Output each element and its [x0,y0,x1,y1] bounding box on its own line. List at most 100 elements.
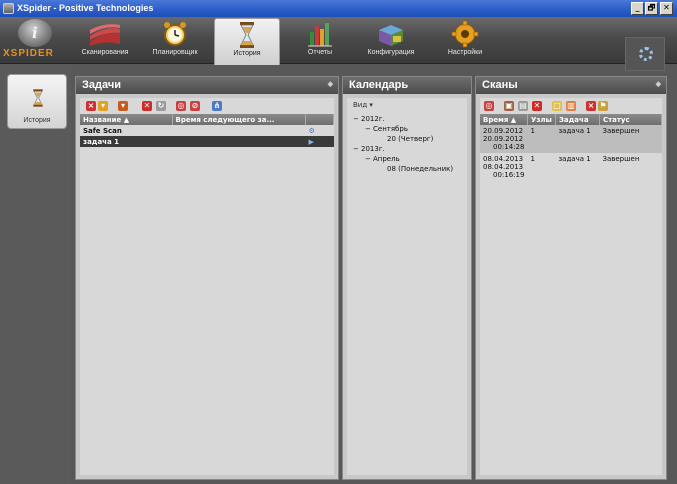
column-time[interactable]: Время ▲ [480,114,528,125]
collapse-icon[interactable]: − [353,114,361,124]
scan-task: задача 1 [558,155,591,163]
hourglass-icon [33,89,43,107]
scans-panel: Сканы ◆ ◎ ▣ ▤ ✕ ▢ ▥ × ⚑ Время ▲ Узлы Зад… [475,76,667,480]
column-name[interactable]: Название ▲ [80,114,173,125]
refresh-icon[interactable]: ↻ [156,101,166,111]
activity-indicator [625,37,665,71]
table-row[interactable]: 08.04.2013 08.04.2013 00:16:19 1 задача 1 … [480,153,662,181]
scans-panel-body: ◎ ▣ ▤ ✕ ▢ ▥ × ⚑ Время ▲ Узлы Задача Стат… [480,98,663,475]
nav-configuration[interactable]: Конфигурация [358,18,424,63]
column-extra[interactable] [305,114,334,125]
tree-node-label: Сентябрь [373,125,408,133]
calendar-panel-header: Календарь [343,77,471,94]
details-icon[interactable]: ⚑ [598,101,608,111]
history-button-label: История [23,117,51,124]
tree-node-label: 08 (Понедельник) [387,165,454,173]
delete-task-icon[interactable]: ✕ [142,101,152,111]
main-toolbar: i XSPIDER Сканирования Планировщик Истор… [0,17,677,71]
new-task-icon[interactable]: ▾ [118,101,128,111]
scans-icon [87,20,123,48]
stop-scan-icon[interactable]: ◎ [484,101,494,111]
tasks-panel-body: × ▾ ▾ ✕ ↻ ◎ ⊘ ⋔ Название ▲ Время следующ… [80,98,334,475]
tasks-title: Задачи [82,79,121,91]
print-icon[interactable]: ▣ [504,101,514,111]
task-name[interactable]: Safe Scan [80,125,172,136]
play-icon[interactable]: ▶ [306,136,334,147]
close-button[interactable]: ✕ [660,2,673,15]
nav-scans[interactable]: Сканирования [72,18,138,63]
tree-day-08[interactable]: 08 (Понедельник) [353,164,453,174]
alarm-clock-icon [157,20,193,48]
tree-node-label: 2012г. [361,115,385,123]
tree-year-2012[interactable]: −2012г. [353,114,453,124]
table-row[interactable]: 20.09.2012 20.09.2012 00:14:28 1 задача 1 … [480,125,662,153]
tree-day-20[interactable]: 20 (Четверг) [353,134,453,144]
window-titlebar: XSpider - Positive Technologies _ 🗗 ✕ [0,0,677,17]
table-row[interactable]: Safe Scan ⚙ [80,125,334,136]
scan-status: Завершен [599,125,662,153]
pin-icon[interactable]: ◆ [656,80,661,88]
scan-status: Завершен [602,155,640,163]
app-icon [3,3,14,14]
settings-gear-icon [447,20,483,48]
configuration-blocks-icon [373,20,409,48]
logo-wordmark: XSPIDER [3,48,54,59]
table-row[interactable]: задача 1 ▶ [80,136,334,147]
tree-year-2013[interactable]: −2013г. [353,144,453,154]
restore-button[interactable]: 🗗 [645,2,658,15]
scan-time: 08.04.2013 08.04.2013 00:16:19 [483,155,525,179]
calendar-panel-body: Вид ▾ −2012г. − Сентябрь 20 (Четверг) −20… [347,98,467,475]
task-name[interactable]: задача 1 [80,136,172,147]
nav-settings[interactable]: Настройки [432,18,498,63]
tree-month-april[interactable]: − Апрель [353,154,453,164]
filter-icon[interactable]: ▾ [98,101,108,111]
scans-title: Сканы [482,79,518,91]
calendar-tree: −2012г. − Сентябрь 20 (Четверг) −2013г. −… [353,114,453,174]
scans-panel-header: Сканы ◆ [476,77,666,94]
nav-history-label: История [233,50,261,57]
column-status[interactable]: Статус [599,114,663,125]
task-next-time [172,125,306,136]
collapse-icon[interactable]: − [353,144,361,154]
reports-chart-icon [302,20,338,48]
nav-configuration-label: Конфигурация [367,49,415,56]
task-status-icon: ⚙ [308,126,315,135]
nav-reports[interactable]: Отчеты [287,18,353,63]
collapse-icon[interactable]: − [365,124,373,134]
export-icon[interactable]: ▤ [518,101,528,111]
nav-history[interactable]: История [214,18,280,65]
delete-filter-icon[interactable]: × [86,101,96,111]
column-next-time[interactable]: Время следующего за... [172,114,306,125]
minimize-button[interactable]: _ [631,2,644,15]
remove-icon[interactable]: × [586,101,596,111]
compare-icon[interactable]: ▥ [566,101,576,111]
pin-icon[interactable]: ◆ [328,80,333,88]
logo-glyph: i [32,24,38,42]
column-task[interactable]: Задача [555,114,600,125]
window-title: XSpider - Positive Technologies [17,3,154,13]
calendar-title: Календарь [349,79,409,91]
nav-scheduler-label: Планировщик [152,49,198,56]
stop-icon[interactable]: ◎ [176,101,186,111]
column-nodes[interactable]: Узлы [527,114,556,125]
nav-scans-label: Сканирования [81,49,129,56]
view-dropdown[interactable]: Вид ▾ [353,101,373,109]
delete-scan-icon[interactable]: ✕ [532,101,542,111]
nav-scheduler[interactable]: Планировщик [142,18,208,63]
nav-settings-label: Настройки [447,49,483,56]
scans-toolbar: ◎ ▣ ▤ ✕ ▢ ▥ × ⚑ [480,98,662,114]
cancel-icon[interactable]: ⊘ [190,101,200,111]
collapse-icon[interactable]: − [365,154,373,164]
task-next-time [172,136,306,147]
tasks-panel-header: Задачи ◆ [76,77,338,94]
logo-disc-icon: i [18,19,52,47]
calendar-panel: Календарь Вид ▾ −2012г. − Сентябрь 20 (Че… [342,76,472,480]
tree-month-september[interactable]: − Сентябрь [353,124,453,134]
history-button[interactable]: История [7,74,67,129]
open-report-icon[interactable]: ▢ [552,101,562,111]
scan-task: задача 1 [555,125,600,153]
scan-nodes: 1 [530,155,535,163]
tree-node-label: Апрель [373,155,400,163]
spinner-icon [639,47,653,61]
network-icon[interactable]: ⋔ [212,101,222,111]
